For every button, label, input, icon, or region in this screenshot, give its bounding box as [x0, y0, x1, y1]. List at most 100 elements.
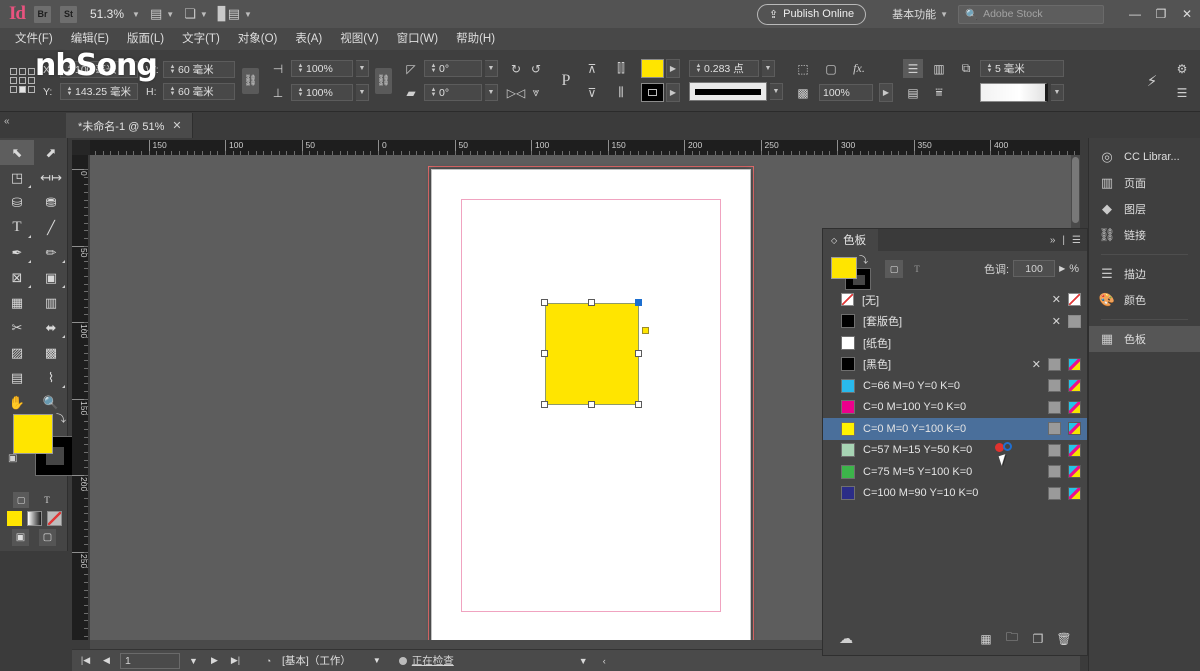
fill-color-swatch[interactable] [641, 59, 664, 78]
selection-tool[interactable]: ⬉ [0, 140, 34, 165]
note-tool[interactable]: ▤ [0, 365, 34, 390]
format-container-icon[interactable]: ▢ [885, 260, 903, 278]
scale-y-input[interactable]: ▲▼ 100% [291, 84, 353, 101]
selection-handle-br[interactable] [635, 401, 642, 408]
container-icon[interactable]: ▢ [821, 59, 841, 78]
selection-handle-tr[interactable] [635, 299, 642, 306]
selection-handle-bc[interactable] [588, 401, 595, 408]
panel-menu-icon[interactable]: ☰ [1172, 83, 1192, 102]
master-page-selector[interactable]: [基本]（工作） ▼ [282, 653, 381, 668]
align-center-icon[interactable]: ⩸ [929, 83, 949, 102]
swatch-row-green[interactable]: C=75 M=5 Y=100 K=0 [823, 461, 1087, 483]
menu-object[interactable]: 对象(O) [229, 28, 287, 50]
menu-file[interactable]: 文件(F) [6, 28, 62, 50]
workspace-switcher[interactable]: 基本功能 [892, 6, 936, 22]
master-dropdown-icon[interactable]: ▼ [373, 656, 381, 665]
rotation-stepper[interactable]: ▲▼ [428, 61, 439, 76]
stroke-style-preview[interactable] [689, 82, 767, 101]
align-top-icon[interactable]: ⊼ [582, 59, 602, 78]
screen-mode-icon[interactable]: ▤ [150, 6, 162, 22]
stroke-style-dropdown-icon[interactable]: ▼ [770, 83, 783, 100]
swatch-row-registration[interactable]: [套版色] ✕ [823, 311, 1087, 333]
close-icon[interactable]: ✕ [172, 119, 181, 132]
selection-handle-bl[interactable] [541, 401, 548, 408]
publish-online-button[interactable]: ⇪ Publish Online [757, 4, 866, 25]
menu-layout[interactable]: 版面(L) [118, 28, 173, 50]
swatch-row-light-green[interactable]: C=57 M=15 Y=50 K=0 [823, 440, 1087, 462]
preflight-status[interactable]: 正在检查 [399, 653, 454, 668]
page-tool[interactable]: ◳ [0, 165, 34, 190]
vertical-ruler[interactable]: 050100150200250 [72, 155, 88, 640]
new-color-group-icon[interactable]: ▦ [973, 632, 999, 646]
scale-y-dropdown-icon[interactable]: ▼ [356, 84, 369, 101]
gradient-dropdown-icon[interactable]: ▼ [1051, 84, 1064, 101]
distribute-horizontal-icon[interactable]: ⫿⫿ [611, 59, 631, 78]
selection-handle-tc[interactable] [588, 299, 595, 306]
y-stepper[interactable]: ▲▼ [64, 84, 75, 99]
expand-panel-icon[interactable]: » [1050, 235, 1056, 246]
constrain-proportions-icon[interactable]: ⛓ [242, 68, 259, 94]
tint-input[interactable]: 100 [1013, 260, 1055, 277]
apply-none-icon[interactable] [47, 511, 62, 526]
shear-stepper[interactable]: ▲▼ [428, 85, 439, 100]
constrain-scale-icon[interactable]: ⛓ [375, 68, 392, 94]
master-page-icon[interactable]: ◔ [261, 656, 276, 666]
panel-fill-swatch[interactable] [831, 257, 857, 279]
zoom-level[interactable]: 51.3% [90, 7, 124, 21]
content-placer-tool[interactable]: ⛃ [34, 190, 68, 215]
arrange-dropdown-icon[interactable]: ▼ [200, 10, 208, 19]
swatches-list[interactable]: [无] ✕ [套版色] ✕ [纸色] [黑色] ✕ C=66 M=0 Y=0 K… [823, 289, 1087, 622]
opacity-dropdown-icon[interactable]: ▶ [879, 83, 893, 102]
shear-dropdown-icon[interactable]: ▼ [485, 84, 498, 101]
dock-item-swatches[interactable]: ▦ 色板 [1089, 326, 1200, 352]
dock-item-layers[interactable]: ◆ 图层 [1089, 196, 1200, 222]
free-transform-tool[interactable]: ▦ [0, 290, 34, 315]
shear-input[interactable]: ▲▼ 0° [424, 84, 482, 101]
stroke-color-swatch[interactable] [641, 83, 664, 102]
corner-radius-stepper[interactable]: ▲▼ [984, 61, 995, 76]
menu-type[interactable]: 文字(T) [173, 28, 229, 50]
adobe-stock-search[interactable]: 🔍 Adobe Stock [958, 5, 1104, 24]
selection-handle-ml[interactable] [541, 350, 548, 357]
swap-fill-stroke-icon[interactable]: ⤵ [859, 253, 868, 266]
text-wrap-icon[interactable]: ⬚ [793, 59, 813, 78]
scale-x-stepper[interactable]: ▲▼ [295, 61, 306, 76]
swatch-row-cyan[interactable]: C=66 M=0 Y=0 K=0 [823, 375, 1087, 397]
fx-button[interactable]: fx. [849, 59, 869, 78]
swatch-row-none[interactable]: [无] ✕ [823, 289, 1087, 311]
scale-y-stepper[interactable]: ▲▼ [295, 85, 306, 100]
selection-handle-mr[interactable] [635, 350, 642, 357]
gear-icon[interactable]: ⚙ [1172, 59, 1192, 78]
gradient-tool[interactable]: ▨ [0, 340, 34, 365]
new-group-icon[interactable]: 🗀 [999, 628, 1025, 649]
paragraph-style-icon[interactable]: P [556, 71, 576, 90]
pen-tool[interactable]: ✒ [0, 240, 34, 265]
text-frame-options-icon[interactable]: ☰ [903, 59, 923, 78]
eyedropper-tool[interactable]: ⌇ [34, 365, 68, 390]
quick-apply-icon[interactable]: ⚡ [1142, 71, 1162, 90]
menu-window[interactable]: 窗口(W) [388, 28, 448, 50]
rotate-clockwise-icon[interactable]: ↻ [506, 59, 526, 78]
columns-icon[interactable]: ▥ [929, 59, 949, 78]
preview-mode-icon[interactable]: ▢ [39, 529, 56, 546]
swap-fill-stroke-icon[interactable]: ⤵ [56, 410, 66, 425]
vertical-align-icon[interactable]: ▤ [903, 83, 923, 102]
align-bottom-icon[interactable]: ⊽ [582, 83, 602, 102]
y-input[interactable]: ▲▼ 143.25 毫米 [60, 83, 138, 100]
selection-handle-tl[interactable] [541, 299, 548, 306]
cc-library-icon[interactable]: ☁ [833, 630, 859, 647]
panel-drag-icon[interactable]: ◇ [831, 236, 837, 245]
apply-color-icon[interactable] [7, 511, 22, 526]
swatch-row-black[interactable]: [黑色] ✕ [823, 354, 1087, 376]
corner-options-icon[interactable]: ⧉ [956, 59, 976, 78]
stroke-weight-input[interactable]: ▲▼ 0.283 点 [689, 60, 759, 77]
dock-item-cc-libraries[interactable]: ◎ CC Librar... [1089, 144, 1200, 170]
w-stepper[interactable]: ▲▼ [167, 62, 178, 77]
stroke-weight-dropdown-icon[interactable]: ▼ [762, 60, 775, 77]
menu-edit[interactable]: 编辑(E) [62, 28, 118, 50]
reference-point-proxy[interactable] [10, 68, 35, 93]
scale-x-input[interactable]: ▲▼ 100% [291, 60, 353, 77]
format-text-icon[interactable]: T [39, 492, 55, 508]
yellow-rectangle[interactable] [545, 303, 639, 405]
delete-swatch-icon[interactable]: 🗑 [1051, 632, 1077, 646]
